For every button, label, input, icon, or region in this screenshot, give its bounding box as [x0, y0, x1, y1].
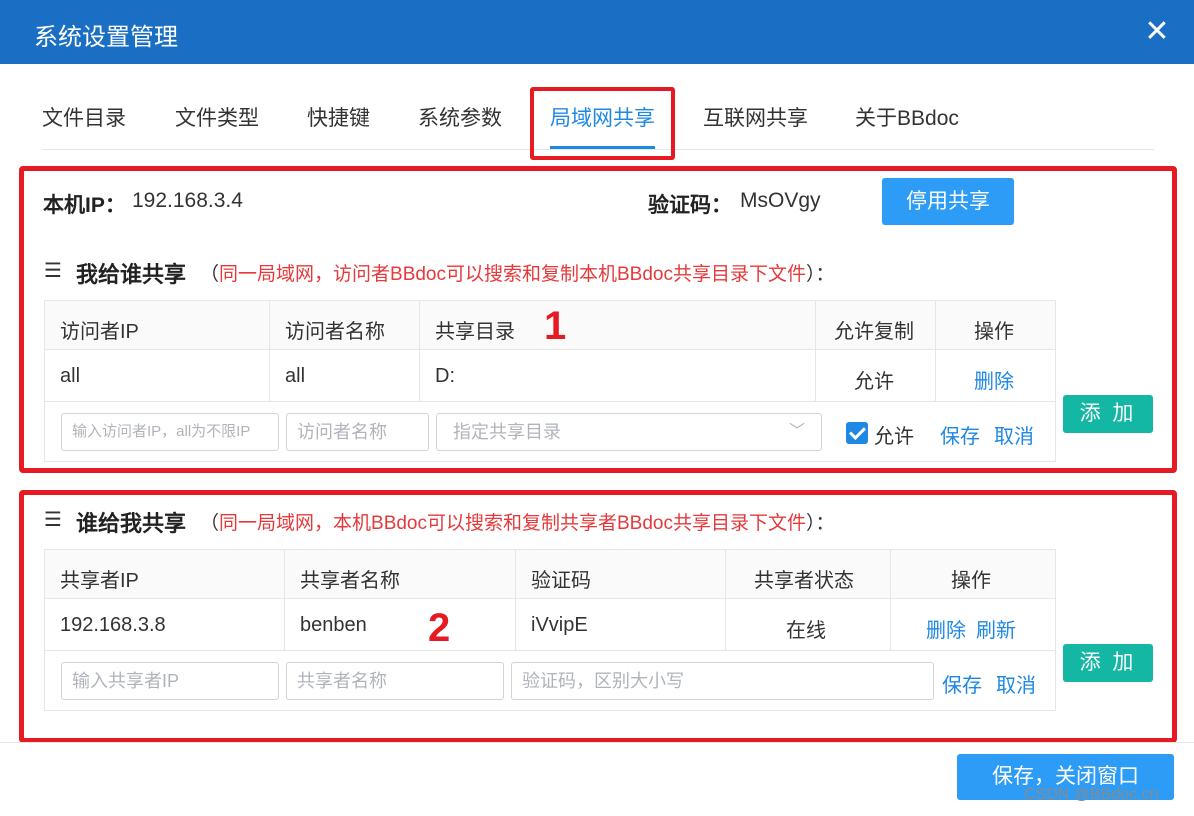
col-share-dir: 共享目录 — [435, 321, 515, 343]
cancel-sharer-link[interactable]: 取消 — [996, 669, 1036, 698]
footer-divider — [0, 742, 1194, 743]
local-ip-value: 192.168.3.4 — [132, 189, 243, 212]
tab-system-params[interactable]: 系统参数 — [418, 102, 502, 132]
share-dir-select[interactable]: 指定共享目录 ﹀ — [436, 413, 822, 451]
cancel-visitor-link[interactable]: 取消 — [994, 420, 1034, 449]
col-sharer-status: 共享者状态 — [754, 570, 854, 592]
share-to-title: 我给谁共享 — [76, 262, 187, 287]
close-icon[interactable]: ✕ — [1142, 14, 1172, 50]
annotation-marker-1: 1 — [544, 304, 567, 348]
col-action: 操作 — [951, 570, 991, 592]
local-ip-label: 本机IP： — [43, 194, 126, 217]
add-visitor-button[interactable]: 添 加 — [1063, 395, 1153, 433]
sharer-name-input[interactable]: 共享者名称 — [286, 662, 504, 700]
col-sharer-ip: 共享者IP — [60, 570, 139, 592]
delete-visitor-link[interactable]: 删除 — [974, 365, 1014, 394]
share-from-description: （同一局域网，本机BBdoc可以搜索和复制共享者BBdoc共享目录下文件）： — [200, 513, 835, 534]
visitor-ip-input[interactable]: 输入访问者IP，all为不限IP — [61, 413, 279, 451]
verify-code-label: 验证码： — [648, 194, 732, 217]
tab-file-directory[interactable]: 文件目录 — [42, 102, 126, 132]
sharer-ip-input[interactable]: 输入共享者IP — [61, 662, 279, 700]
list-icon: ☰ — [44, 509, 62, 531]
allow-copy-checkbox-label: 允许 — [874, 426, 914, 448]
tab-file-type[interactable]: 文件类型 — [175, 102, 259, 132]
row-sharer-ip: 192.168.3.8 — [60, 614, 166, 636]
list-icon: ☰ — [44, 260, 62, 282]
row-share-dir: D: — [435, 365, 455, 387]
title-bar: 系统设置管理 ✕ — [0, 0, 1194, 64]
sharer-code-input[interactable]: 验证码，区别大小写 — [511, 662, 934, 700]
row-allow-copy: 允许 — [854, 371, 894, 393]
col-visitor-ip: 访问者IP — [60, 321, 139, 343]
row-sharer-name: benben — [300, 614, 367, 636]
window-title: 系统设置管理 — [34, 24, 178, 51]
row-visitor-name: all — [285, 365, 306, 387]
share-to-description: （同一局域网，访问者BBdoc可以搜索和复制本机BBdoc共享目录下文件）： — [200, 264, 835, 285]
save-visitor-link[interactable]: 保存 — [940, 420, 980, 449]
tab-shortcuts[interactable]: 快捷键 — [307, 102, 370, 132]
verify-code-value: MsOVgy — [740, 189, 821, 212]
visitor-name-input[interactable]: 访问者名称 — [286, 413, 429, 451]
row-sharer-status: 在线 — [786, 620, 826, 642]
tab-about[interactable]: 关于BBdoc — [855, 102, 959, 132]
col-allow-copy: 允许复制 — [834, 321, 914, 343]
share-from-table: 共享者IP 共享者名称 验证码 共享者状态 操作 192.168.3.8 ben… — [44, 549, 1056, 711]
share-from-title: 谁给我共享 — [76, 511, 187, 536]
add-sharer-button[interactable]: 添 加 — [1063, 644, 1153, 682]
col-action: 操作 — [974, 321, 1014, 343]
refresh-sharer-link[interactable]: 刷新 — [976, 614, 1016, 643]
chevron-down-icon: ﹀ — [789, 423, 806, 440]
col-verify-code: 验证码 — [531, 570, 591, 592]
delete-sharer-link[interactable]: 删除 — [926, 614, 966, 643]
col-sharer-name: 共享者名称 — [300, 570, 400, 592]
allow-copy-checkbox[interactable] — [846, 422, 868, 444]
share-dir-placeholder: 指定共享目录 — [453, 422, 561, 442]
watermark: CSDN @BBdoc.cn — [1024, 786, 1159, 803]
row-visitor-ip: all — [60, 365, 81, 387]
tab-internet-share[interactable]: 互联网共享 — [703, 102, 808, 132]
row-verify-code: iVvipE — [531, 614, 588, 636]
disable-share-button[interactable]: 停用共享 — [882, 178, 1014, 225]
annotation-marker-2: 2 — [428, 606, 451, 650]
tab-highlight-box — [530, 87, 675, 160]
save-sharer-link[interactable]: 保存 — [942, 669, 982, 698]
col-visitor-name: 访问者名称 — [285, 321, 385, 343]
